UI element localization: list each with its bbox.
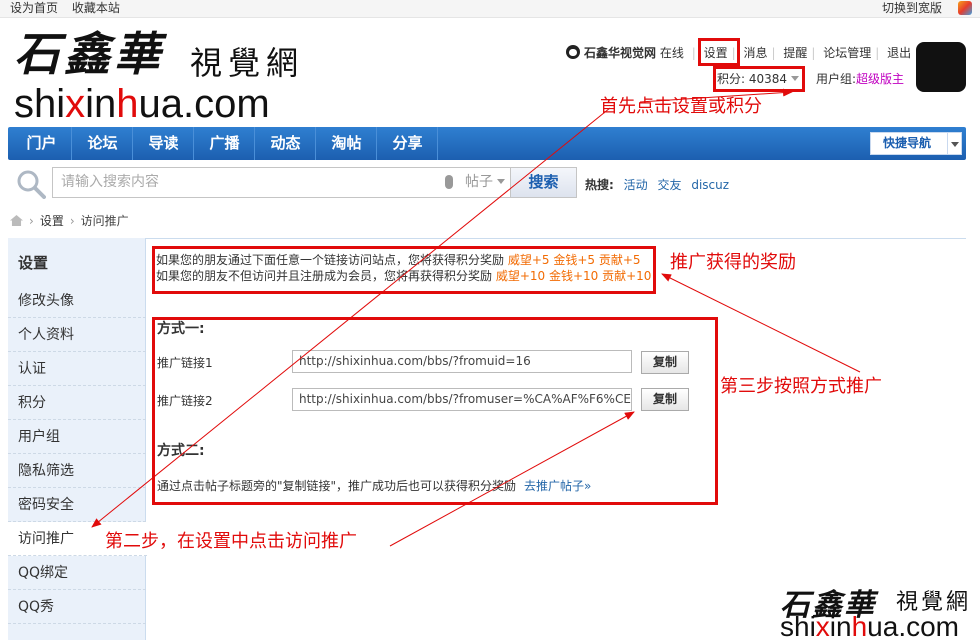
quick-nav-button[interactable]: 快捷导航 [870,132,962,155]
annotation-step2: 第二步，在设置中点击访问推广 [105,531,357,552]
sidebar-item-privacy[interactable]: 隐私筛选 [8,454,146,488]
nav-item-broadcast[interactable]: 广播 [195,127,255,160]
set-home-link[interactable]: 设为首页 [10,1,58,15]
watermark-url-part: h [851,611,868,642]
nav-item-collection[interactable]: 淘帖 [317,127,377,160]
search-type-label: 帖子 [465,174,493,190]
watermark-url-part: ua.com [867,611,959,642]
online-status: 在线 [659,46,684,60]
logout-link[interactable]: 退出 [887,46,911,60]
hot-link[interactable]: 交友 [657,178,681,192]
avatar[interactable] [916,42,966,92]
nav-item-share[interactable]: 分享 [378,127,438,160]
site-name[interactable]: 石鑫华视觉网 [584,46,656,60]
watermark-url-part: x [815,611,830,642]
top-bar: 设为首页 收藏本站 切换到宽版 [0,0,980,18]
logo-url-part: shi [14,82,66,126]
messages-link[interactable]: 消息 [743,46,767,60]
search-icon [17,170,46,199]
settings-sidebar: 设置 修改头像 个人资料 认证 积分 用户组 隐私筛选 密码安全 访问推广 QQ… [8,238,147,640]
highlight-box-credit [713,66,805,92]
breadcrumb-current: 访问推广 [80,214,129,228]
sidebar-item-avatar[interactable]: 修改头像 [8,284,146,318]
sidebar-item-qq-bind[interactable]: QQ绑定 [8,556,146,590]
logo-calligraphy[interactable]: 石鑫華 [14,28,164,80]
quick-nav-label: 快捷导航 [883,136,932,150]
microphone-icon[interactable] [445,175,453,189]
search-type-select[interactable]: 帖子 [465,168,505,197]
hot-label: 热搜: [585,178,614,192]
nav-item-forum[interactable]: 论坛 [73,127,133,160]
sidebar-item-password[interactable]: 密码安全 [8,488,146,522]
annotation-step1: 首先点击设置或积分 [600,96,762,117]
qq-icon [566,45,580,59]
annotation-reward: 推广获得的奖励 [670,252,796,273]
logo-url-part: ua.com [138,82,270,126]
logo-url-part: h [116,82,139,126]
main-nav: 门户 论坛 导读 广播 动态 淘帖 分享 快捷导航 [8,127,966,160]
logo-url[interactable]: shixinhua.com [14,82,270,126]
sidebar-item-profile[interactable]: 个人资料 [8,318,146,352]
chevron-down-icon [947,133,961,154]
annotation-step3: 第三步按照方式推广 [720,376,882,397]
highlight-box-rewards [152,246,656,294]
home-icon[interactable] [10,215,23,226]
search-input[interactable]: 请输入搜索内容 帖子 [52,167,511,198]
highlight-box-settings [698,38,740,66]
top-links: 设为首页 收藏本站 [10,0,120,16]
breadcrumb: › 设置 › 访问推广 [10,213,129,229]
user-group-label: 用户组: [816,72,857,86]
sidebar-item-usergroup[interactable]: 用户组 [8,420,146,454]
hot-searches: 热搜: 活动 交友 discuz [585,176,735,193]
search-button[interactable]: 搜索 [511,167,577,198]
user-group-value[interactable]: 超级版主 [856,72,904,86]
nav-item-guide[interactable]: 导读 [134,127,194,160]
sidebar-item-qq-show[interactable]: QQ秀 [8,590,146,624]
hot-link[interactable]: discuz [691,178,729,192]
nav-item-portal[interactable]: 门户 [12,127,72,160]
sidebar-item-verify[interactable]: 认证 [8,352,146,386]
user-group: 用户组:超级版主 [816,72,904,86]
hot-link[interactable]: 活动 [624,178,648,192]
notices-link[interactable]: 提醒 [783,46,807,60]
logo-url-part: in [85,82,117,126]
chevron-down-icon [497,179,505,184]
search-placeholder: 请输入搜索内容 [61,174,159,190]
forum-admin-link[interactable]: 论坛管理 [823,46,871,60]
watermark-url-part: shi [780,611,816,642]
nav-item-feed[interactable]: 动态 [256,127,316,160]
watermark-url-part: in [829,611,852,642]
logo-url-part: x [65,82,86,126]
logo-subtitle[interactable]: 視覺網 [190,38,304,84]
switch-wide-link[interactable]: 切换到宽版 [882,0,942,16]
watermark-url: shixinhua.com [780,612,959,642]
sidebar-item-credits[interactable]: 积分 [8,386,146,420]
sidebar-title: 设置 [18,254,49,272]
style-switch-icon[interactable] [958,1,972,15]
bookmark-link[interactable]: 收藏本站 [72,1,120,15]
highlight-box-methods [152,317,718,505]
breadcrumb-settings[interactable]: 设置 [40,214,64,228]
